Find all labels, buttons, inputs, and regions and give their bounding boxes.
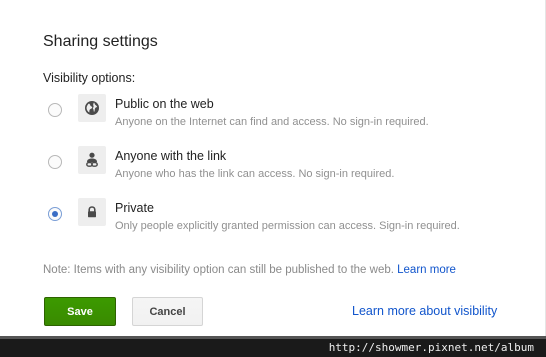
save-button[interactable]: Save	[44, 297, 116, 326]
globe-icon	[78, 94, 106, 122]
option-title: Anyone with the link	[115, 149, 227, 163]
radio-public[interactable]	[48, 103, 62, 117]
radio-anyone-with-link[interactable]	[48, 155, 62, 169]
option-description: Only people explicitly granted permissio…	[115, 220, 460, 232]
learn-more-about-visibility-link[interactable]: Learn more about visibility	[352, 304, 497, 318]
cancel-button[interactable]: Cancel	[132, 297, 203, 326]
option-private[interactable]: Private Only people explicitly granted p…	[0, 198, 540, 242]
option-public-on-web[interactable]: Public on the web Anyone on the Internet…	[0, 94, 540, 138]
option-description: Anyone who has the link can access. No s…	[115, 168, 395, 180]
person-link-icon	[78, 146, 106, 174]
learn-more-link[interactable]: Learn more	[397, 264, 456, 276]
option-title: Private	[115, 201, 154, 215]
publish-note: Note: Items with any visibility option c…	[43, 264, 456, 276]
lock-icon	[78, 198, 106, 226]
radio-private[interactable]	[48, 207, 62, 221]
note-text: Note: Items with any visibility option c…	[43, 264, 394, 276]
dialog-title: Sharing settings	[43, 33, 158, 50]
option-description: Anyone on the Internet can find and acce…	[115, 116, 429, 128]
sharing-settings-dialog: Sharing settings Visibility options: Pub…	[0, 0, 546, 336]
option-title: Public on the web	[115, 97, 214, 111]
option-anyone-with-link[interactable]: Anyone with the link Anyone who has the …	[0, 146, 540, 190]
visibility-options-label: Visibility options:	[43, 71, 136, 85]
watermark-text: http://showmer.pixnet.net/album	[328, 341, 534, 354]
watermark-bar: http://showmer.pixnet.net/album	[0, 336, 546, 357]
